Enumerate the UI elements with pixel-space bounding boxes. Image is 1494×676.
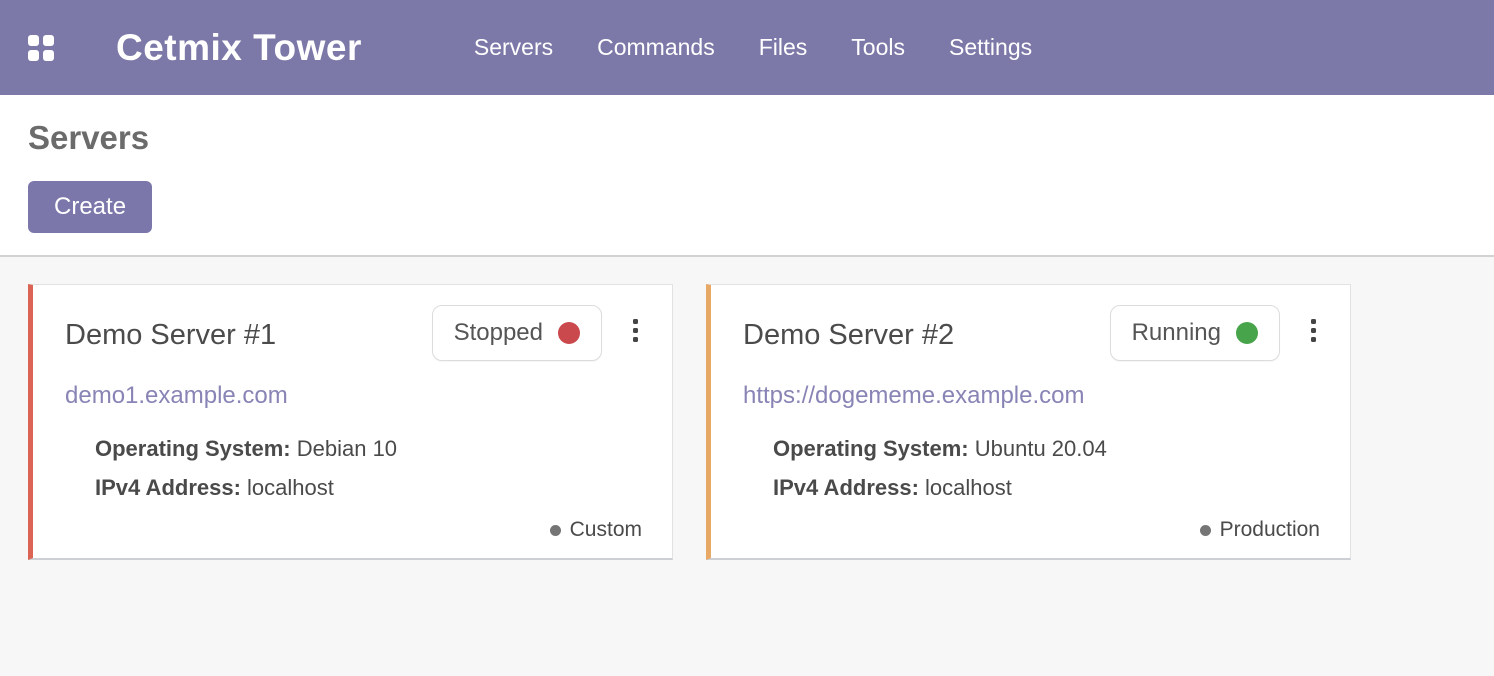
nav-item-tools[interactable]: Tools [851,34,905,61]
ip-row: IPv4 Address: localhost [773,468,1320,507]
main-nav: Servers Commands Files Tools Settings [474,34,1032,61]
card-header: Demo Server #1 Stopped [65,305,642,361]
grid-square [28,35,39,46]
ip-row: IPv4 Address: localhost [95,468,642,507]
os-label: Operating System: [95,436,291,461]
os-value: Debian 10 [297,436,397,461]
tag-dot-icon [1200,525,1211,536]
nav-item-servers[interactable]: Servers [474,34,553,61]
ip-label: IPv4 Address: [95,475,241,500]
server-url-link[interactable]: https://dogememe.example.com [743,382,1085,410]
server-url-link[interactable]: demo1.example.com [65,382,288,410]
status-badge[interactable]: Stopped [432,305,602,361]
server-details: Operating System: Debian 10 IPv4 Address… [95,429,642,507]
apps-grid-icon[interactable] [28,35,54,61]
page-header: Servers Create [0,95,1494,257]
server-card: Demo Server #1 Stopped demo1.example.com… [28,284,673,560]
nav-item-commands[interactable]: Commands [597,34,715,61]
server-name[interactable]: Demo Server #2 [743,305,1110,352]
grid-square [28,50,39,61]
status-dot-icon [1236,322,1258,344]
nav-item-files[interactable]: Files [759,34,808,61]
ip-value: localhost [247,475,334,500]
ip-value: localhost [925,475,1012,500]
status-badge[interactable]: Running [1110,305,1280,361]
status-label: Stopped [454,319,543,347]
status-dot-icon [558,322,580,344]
nav-item-settings[interactable]: Settings [949,34,1032,61]
page-title: Servers [28,119,1466,157]
kebab-menu-icon[interactable] [1307,315,1320,346]
app-title[interactable]: Cetmix Tower [116,27,362,69]
server-details: Operating System: Ubuntu 20.04 IPv4 Addr… [773,429,1320,507]
tag-label: Custom [570,518,642,542]
top-navbar: Cetmix Tower Servers Commands Files Tool… [0,0,1494,95]
server-tag: Production [1200,518,1320,542]
server-name[interactable]: Demo Server #1 [65,305,432,352]
ip-label: IPv4 Address: [773,475,919,500]
server-tag: Custom [550,518,642,542]
server-cards-area: Demo Server #1 Stopped demo1.example.com… [0,257,1494,560]
grid-square [43,35,54,46]
status-label: Running [1132,319,1221,347]
grid-square [43,50,54,61]
card-header: Demo Server #2 Running [743,305,1320,361]
create-button[interactable]: Create [28,181,152,233]
os-row: Operating System: Debian 10 [95,429,642,468]
os-label: Operating System: [773,436,969,461]
server-card: Demo Server #2 Running https://dogememe.… [706,284,1351,560]
tag-dot-icon [550,525,561,536]
kebab-menu-icon[interactable] [629,315,642,346]
os-value: Ubuntu 20.04 [975,436,1107,461]
os-row: Operating System: Ubuntu 20.04 [773,429,1320,468]
tag-label: Production [1220,518,1320,542]
